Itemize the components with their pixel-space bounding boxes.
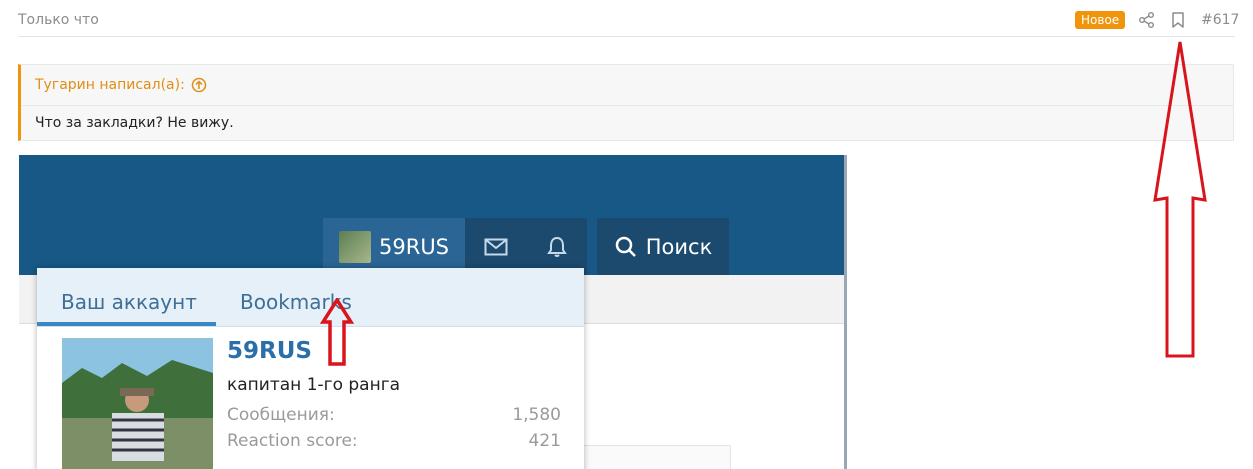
share-icon[interactable] [1138,11,1156,29]
quote-text: Что за закладки? Не вижу. [35,115,234,131]
quote-author-label[interactable]: Тугарин написал(а): [35,77,185,93]
stat-value-reactions: 421 [528,431,561,451]
post-timestamp[interactable]: Только что [18,12,99,28]
annotation-arrow-small-icon [320,298,354,366]
bookmark-icon[interactable] [1170,11,1186,29]
profile-rank: капитан 1-го ранга [227,375,401,395]
stat-label-reactions: Reaction score: [227,431,358,451]
stat-label-messages: Сообщения: [227,405,335,425]
search-icon [615,236,636,257]
profile-name-link[interactable]: 59RUS [227,338,312,364]
user-menu-button[interactable]: 59RUS [323,218,466,275]
user-nav-group: 59RUS [323,218,588,275]
new-badge: Новое [1075,11,1126,29]
person-photo-image [62,338,213,469]
quote-divider [21,105,1233,106]
bell-icon [546,236,567,257]
account-dropdown: Ваш аккаунт Bookmarks 59RUS капитан 1-го… [37,268,584,469]
envelope-icon [484,238,508,255]
active-tab-indicator [37,322,216,326]
search-button[interactable]: Поиск [597,218,729,275]
tab-account[interactable]: Ваш аккаунт [61,290,197,314]
embedded-screenshot: 59RUS Поиск Ваш аккаунт Bookmarks 59RUS … [19,155,847,469]
post-number-link[interactable]: #617 [1201,12,1239,28]
arrow-up-circle-icon[interactable] [191,77,207,93]
background-card [579,445,731,469]
quote-author[interactable]: Тугарин написал(а): [35,77,207,93]
avatar [339,230,371,263]
inbox-button[interactable] [465,218,526,275]
search-label: Поиск [645,234,713,259]
alerts-button[interactable] [526,218,587,275]
post-header: Только что Новое #617 [18,0,1239,37]
stat-value-messages: 1,580 [512,405,561,425]
quote-block: Тугарин написал(а): Что за закладки? Не … [18,64,1234,141]
nav-username: 59RUS [379,234,450,259]
profile-photo[interactable] [62,338,213,469]
dropdown-tabs: Ваш аккаунт Bookmarks [37,268,584,327]
annotation-arrow-large-icon [1153,41,1207,358]
